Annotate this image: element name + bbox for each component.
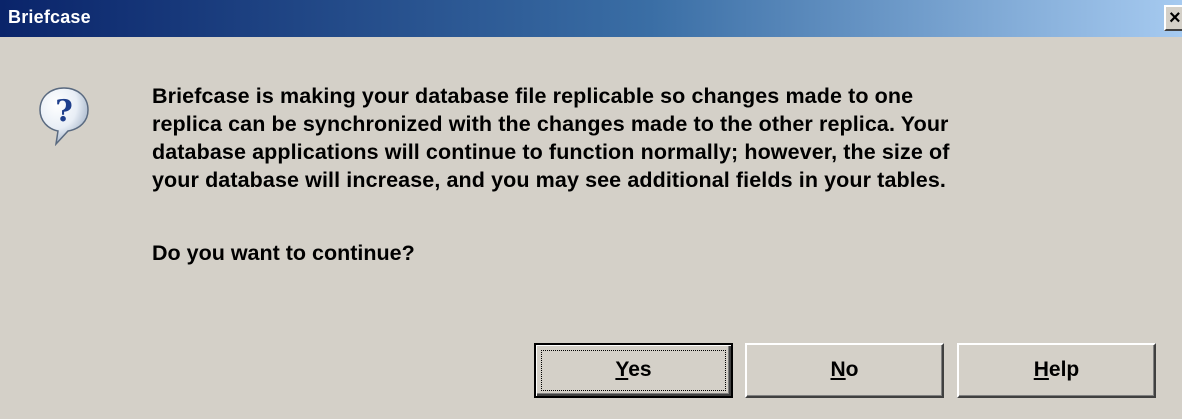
window-title: Briefcase	[8, 7, 91, 27]
close-button[interactable]: ×	[1164, 5, 1182, 31]
close-icon: ×	[1169, 7, 1181, 29]
message-line: replica can be synchronized with the cha…	[152, 112, 949, 136]
message-line: Briefcase is making your database file r…	[152, 84, 914, 108]
title-bar[interactable]: Briefcase ×	[0, 0, 1182, 37]
briefcase-dialog: Briefcase × ? Briefcase is making your d…	[0, 0, 1182, 419]
no-button-label: No	[830, 358, 859, 381]
question-icon: ?	[39, 87, 89, 146]
question-mark-glyph: ?	[55, 94, 73, 129]
message-text: Briefcase is making your database file r…	[152, 82, 1162, 194]
message-line: database applications will continue to f…	[152, 140, 950, 164]
no-button[interactable]: No	[745, 343, 944, 398]
yes-button-label: Yes	[615, 358, 652, 381]
help-button-label: Help	[1033, 358, 1080, 381]
yes-button[interactable]: Yes	[534, 343, 733, 398]
message-line: your database will increase, and you may…	[152, 168, 946, 192]
help-button[interactable]: Help	[957, 343, 1156, 398]
confirm-question: Do you want to continue?	[152, 241, 415, 265]
